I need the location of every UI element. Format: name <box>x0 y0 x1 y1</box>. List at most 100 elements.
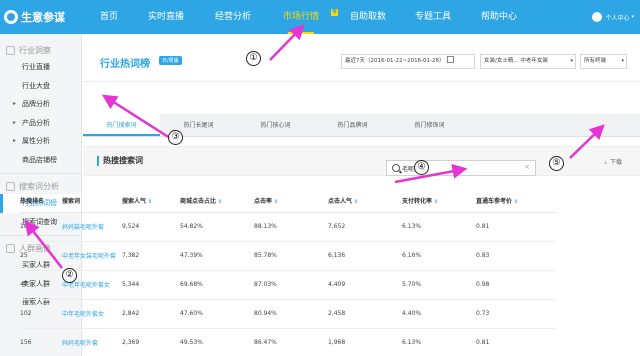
main-nav: 首页 实时直播 经营分析 市场行情 专 自助取数 专题工具 帮助中心 <box>86 0 532 34</box>
tab-brand-words[interactable]: 热门品牌词 <box>314 114 391 136</box>
chevron-down-icon: ▾ <box>631 14 634 20</box>
section-title: 热搜搜索词 <box>97 156 143 166</box>
annotation-marker-5: ⑤ <box>549 156 564 171</box>
cell-value: 6,136 <box>328 241 402 271</box>
sidebar-item-brand-analysis[interactable]: 品牌分析 <box>0 95 81 114</box>
cell-value: 5,344 <box>122 270 180 300</box>
column-header-ppc-price[interactable]: 直通车参考价 <box>476 190 556 213</box>
download-button[interactable]: ⇣ 下载 <box>603 157 622 166</box>
page-title: 行业热词榜 <box>100 59 150 70</box>
nav-item-market[interactable]: 市场行情 专 <box>266 0 338 34</box>
column-header-search-popularity[interactable]: 搜索人气 <box>122 190 180 213</box>
terminal-value: 所有终端 <box>584 58 607 64</box>
cell-value: 2,458 <box>328 299 402 329</box>
cell-value: 7,652 <box>328 212 402 242</box>
cell-value: 85.78% <box>254 241 328 271</box>
cell-value: 6.13% <box>402 328 476 356</box>
annotation-marker-3: ③ <box>168 130 183 145</box>
cell-value: 2,842 <box>122 299 180 329</box>
tab-modifier-words[interactable]: 热门修饰词 <box>391 114 468 136</box>
nav-item-home[interactable]: 首页 <box>86 0 132 34</box>
table-row: 18 妈妈装毛呢外套 9,524 54.82% 88.13% 7,652 6.1… <box>20 212 556 242</box>
column-header-conversion-rate[interactable]: 支付转化率 <box>402 190 476 213</box>
calendar-icon <box>446 56 454 63</box>
sidebar-item-attribute-analysis[interactable]: 属性分析 <box>0 132 81 151</box>
chevron-down-icon: ▾ <box>570 58 573 64</box>
table-row: 156 妈妈毛呢外套 2,369 49.53% 86.47% 1,968 6.1… <box>20 328 556 356</box>
column-header-keyword: 搜索词 <box>62 190 122 213</box>
category-select[interactable]: 女装/女士精... 中老年女装 ▾ <box>480 54 576 69</box>
cell-value: 54.82% <box>180 212 254 242</box>
cell-value: 6.13% <box>402 212 476 242</box>
sidebar-item-industry-overview[interactable]: 行业大盘 <box>0 77 81 96</box>
user-icon <box>592 12 603 22</box>
annotation-marker-2: ② <box>62 268 77 283</box>
cell-value: 0.98 <box>476 270 556 300</box>
cell-value: 87.03% <box>254 270 328 300</box>
cell-keyword-link[interactable]: 中年毛呢外套女 <box>62 299 122 329</box>
cell-keyword-link[interactable]: 中老年女装毛呢外套 <box>62 241 122 271</box>
sidebar-item-industry-live[interactable]: 行业直播 <box>0 58 81 77</box>
tab-bar: 热门搜索词 热门长尾词 热门核心词 热门品牌词 热门修饰词 <box>83 114 640 137</box>
sidebar-item-shop-ranking[interactable]: 商品店铺榜 <box>0 151 81 170</box>
sidebar-divider <box>0 173 81 174</box>
table-row: 47 中老年毛呢外套女 5,344 69.68% 87.03% 4,409 5.… <box>20 270 556 300</box>
user-menu-label: 个人中心 <box>605 14 630 22</box>
column-header-ctr[interactable]: 点击率 <box>254 190 328 213</box>
search-icon[interactable] <box>392 164 400 172</box>
table-row: 25 中老年女装毛呢外套 7,382 47.39% 85.78% 6,136 6… <box>20 241 556 271</box>
terminal-select[interactable]: 所有终端 ▾ <box>580 54 627 69</box>
cell-value: 5.70% <box>402 270 476 300</box>
cell-rank: 156 <box>20 328 62 356</box>
app-logo[interactable]: 生意参谋 <box>0 0 86 34</box>
sidebar-group-industry[interactable]: 行业洞察 <box>0 42 81 58</box>
nav-item-help[interactable]: 帮助中心 <box>466 0 532 34</box>
cell-keyword-link[interactable]: 妈妈毛呢外套 <box>62 328 122 356</box>
cell-value: 80.94% <box>254 299 328 329</box>
nav-item-operations[interactable]: 经营分析 <box>200 0 266 34</box>
download-label: 下载 <box>609 159 622 166</box>
cell-value: 7,382 <box>122 241 180 271</box>
version-tag: 日/周版 <box>159 56 182 65</box>
chevron-down-icon: ▾ <box>621 58 624 64</box>
cell-value: 47.39% <box>180 241 254 271</box>
page-header: 行业热词榜 日/周版 最近7天（2016-01-22~2016-01-28） 女… <box>83 34 640 82</box>
date-range-value: 最近7天（2016-01-22~2016-01-28） <box>345 58 445 64</box>
nav-item-tools[interactable]: 专题工具 <box>400 0 466 34</box>
cell-value: 4.40% <box>402 299 476 329</box>
nav-item-market-label: 市场行情 <box>282 12 319 22</box>
tab-hot-search[interactable]: 热门搜索词 <box>83 114 160 136</box>
user-menu[interactable]: 个人中心 ▾ <box>592 0 634 34</box>
nav-item-self-service[interactable]: 自助取数 <box>336 0 400 34</box>
sidebar-item-product-analysis[interactable]: 产品分析 <box>0 114 81 133</box>
cell-rank: 102 <box>20 299 62 329</box>
top-navigation-bar: 生意参谋 首页 实时直播 经营分析 市场行情 专 自助取数 专题工具 帮助中心 … <box>0 0 640 34</box>
cell-rank: 25 <box>20 241 62 271</box>
download-icon: ⇣ <box>602 159 608 166</box>
column-header-click-popularity[interactable]: 点击人气 <box>328 190 402 213</box>
column-header-mall-click-share[interactable]: 商城点击占比 <box>180 190 254 213</box>
annotation-marker-4: ④ <box>414 160 429 175</box>
search-analysis-icon <box>6 181 15 191</box>
cell-value: 0.73 <box>476 299 556 329</box>
cell-rank: 18 <box>20 212 62 242</box>
cell-value: 86.47% <box>254 328 328 356</box>
column-header-rank: 热搜排名 <box>20 190 62 213</box>
cell-value: 6.16% <box>402 241 476 271</box>
cell-value: 4,409 <box>328 270 402 300</box>
close-icon[interactable]: × <box>524 163 530 171</box>
industry-icon <box>6 45 15 55</box>
cell-keyword-link[interactable]: 妈妈装毛呢外套 <box>62 212 122 242</box>
date-range-picker[interactable]: 最近7天（2016-01-22~2016-01-28） <box>341 54 475 69</box>
cell-value: 47.60% <box>180 299 254 329</box>
nav-item-live[interactable]: 实时直播 <box>132 0 200 34</box>
cell-value: 0.83 <box>476 241 556 271</box>
tab-core-words[interactable]: 热门核心词 <box>237 114 314 136</box>
keyword-search-box: × <box>386 160 536 176</box>
cell-value: 9,524 <box>122 212 180 242</box>
cell-value: 88.13% <box>254 212 328 242</box>
cell-value: 1,968 <box>328 328 402 356</box>
cell-value: 0.81 <box>476 212 556 242</box>
table-row: 102 中年毛呢外套女 2,842 47.60% 80.94% 2,458 4.… <box>20 299 556 329</box>
hot-words-table: 热搜排名 搜索词 搜索人气 商城点击占比 点击率 点击人气 支付转化率 直通车参… <box>20 190 556 356</box>
